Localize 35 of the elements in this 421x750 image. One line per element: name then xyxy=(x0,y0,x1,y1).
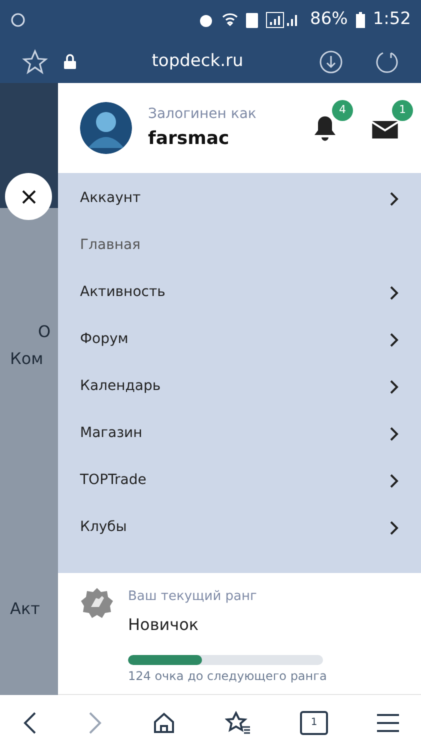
avatar xyxy=(80,102,132,154)
back-icon[interactable] xyxy=(22,710,38,734)
menu-item[interactable]: Клубы xyxy=(58,504,421,551)
reload-icon[interactable] xyxy=(375,50,399,74)
tabs-button[interactable]: 1 xyxy=(300,710,328,734)
username: farsmac xyxy=(148,127,230,151)
sim-icon xyxy=(246,12,258,28)
menu-item[interactable]: TOPTrade xyxy=(58,457,421,504)
menu-item[interactable]: Форум xyxy=(58,316,421,363)
notification-count: 4 xyxy=(332,100,353,121)
close-icon xyxy=(20,188,36,204)
download-icon[interactable] xyxy=(319,50,343,74)
clock-time: 1:52 xyxy=(372,8,411,32)
battery-level: 86% xyxy=(310,8,348,32)
star-icon[interactable] xyxy=(22,48,48,74)
rank-name: Новичок xyxy=(128,614,200,636)
menu-icon[interactable] xyxy=(377,712,399,732)
logged-in-caption: Залогинен как xyxy=(148,105,258,124)
rank-badge-icon xyxy=(80,587,114,621)
rank-progress-note: 124 очка до следующего ранга xyxy=(128,668,327,684)
bookmarks-icon[interactable] xyxy=(225,710,251,734)
message-count: 1 xyxy=(392,100,413,121)
background-text: О xyxy=(38,321,51,343)
menu-item[interactable]: Активность xyxy=(58,269,421,316)
background-text: Ком xyxy=(10,348,44,370)
battery-icon xyxy=(356,12,365,28)
lock-icon xyxy=(64,54,76,69)
menu-item[interactable]: Главная xyxy=(58,222,421,269)
menu-item[interactable]: Аккаунт xyxy=(58,175,421,222)
rank-caption: Ваш текущий ранг xyxy=(128,588,258,606)
menu-item[interactable]: Календарь xyxy=(58,363,421,410)
menu-item[interactable]: Магазин xyxy=(58,410,421,457)
wifi-icon xyxy=(222,12,238,28)
home-icon[interactable] xyxy=(152,710,176,734)
background-text: Акт xyxy=(10,598,40,620)
